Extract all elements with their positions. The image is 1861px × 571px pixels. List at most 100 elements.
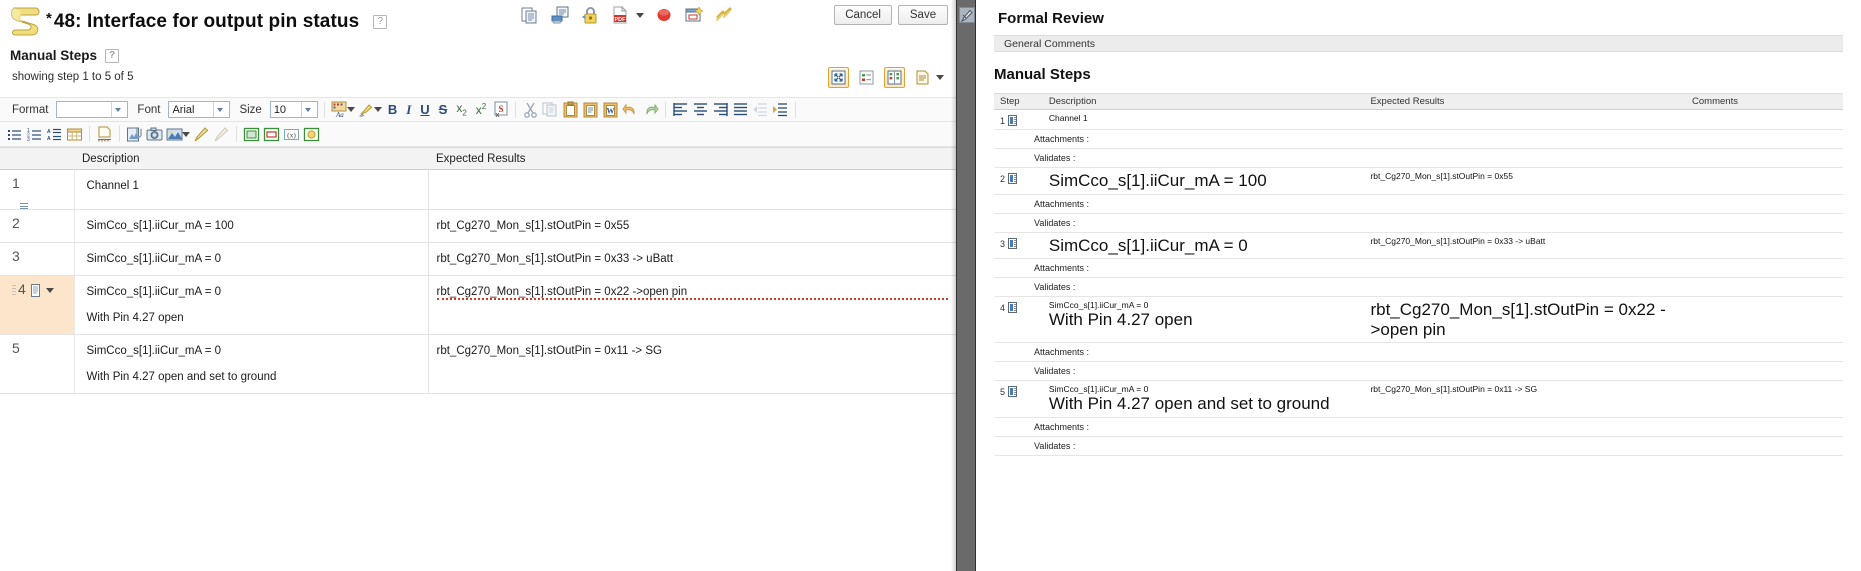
link-icon[interactable] [714, 5, 734, 25]
help-icon[interactable]: ? [105, 48, 120, 63]
lock-icon[interactable] [580, 5, 600, 25]
insert-image-icon[interactable] [166, 126, 183, 143]
italic-icon[interactable]: I [403, 102, 414, 118]
text-color-caret[interactable] [346, 107, 355, 112]
table-row[interactable]: 4 SimCco_s[1].iiCur_mA = 0 With Pin 4.27 o… [0, 275, 956, 335]
align-right-icon[interactable] [712, 101, 729, 118]
highlight-color-icon[interactable] [358, 101, 375, 118]
draw-icon[interactable] [193, 126, 210, 143]
step-description-cell[interactable]: SimCco_s[1].iiCur_mA = 0 With Pin 4.27 op… [74, 334, 429, 394]
step-doc-icon[interactable] [1008, 115, 1018, 126]
step-number-cell[interactable]: 1 [0, 169, 75, 210]
print-view-caret[interactable] [936, 75, 944, 80]
pane-splitter[interactable] [951, 0, 976, 571]
grid-view-button[interactable] [884, 67, 905, 88]
help-icon[interactable]: ? [373, 15, 388, 29]
print-icon[interactable] [550, 5, 570, 25]
step-doc-icon[interactable] [1008, 173, 1018, 184]
step-menu-icon[interactable] [28, 281, 42, 300]
strikethrough-icon[interactable]: S [436, 102, 451, 117]
copy-icon[interactable] [520, 5, 540, 25]
insert-variable-icon[interactable]: (x) [283, 126, 300, 143]
pdf-export-icon[interactable]: PDF [610, 5, 630, 25]
remove-format-icon[interactable]: S x [492, 101, 509, 119]
pen-edit-icon[interactable] [959, 7, 975, 23]
underline-icon[interactable]: U [417, 102, 432, 117]
save-button[interactable]: Save [898, 5, 948, 25]
toolbar-divider [665, 101, 667, 118]
review-step-row: 2 SimCco_s[1].iiCur_mA = 100 rbt_Cg270_Mon… [994, 167, 1843, 195]
attach-file-icon[interactable] [126, 126, 143, 143]
paste-text-icon[interactable] [582, 101, 599, 118]
table-row[interactable]: 5 SimCco_s[1].iiCur_mA = 0 With Pin 4.27 o… [0, 334, 956, 394]
description-line: SimCco_s[1].iiCur_mA = 0 [86, 253, 222, 265]
subscript-icon[interactable]: x2 [453, 101, 469, 117]
table-row[interactable]: 3 SimCco_s[1].iiCur_mA = 0 rbt_Cg270_Mon_s… [0, 242, 956, 276]
step-number-cell[interactable]: 4 [0, 275, 75, 335]
bold-icon[interactable]: B [385, 102, 400, 117]
insert-image-caret[interactable] [182, 131, 190, 137]
align-center-icon[interactable] [692, 101, 709, 118]
table-row[interactable]: 1 Channel 1 [0, 169, 956, 210]
drag-handle-icon[interactable] [12, 284, 16, 296]
paste-icon[interactable] [562, 101, 579, 118]
copy-icon[interactable] [542, 101, 559, 118]
review-expected-text: rbt_Cg270_Mon_s[1].stOutPin = 0x55 [1370, 171, 1513, 181]
undo-icon[interactable] [622, 101, 639, 118]
align-justify-icon[interactable] [732, 101, 749, 118]
paste-word-icon[interactable]: W [602, 101, 619, 118]
print-view-button[interactable] [912, 67, 933, 88]
bullet-list-icon[interactable] [6, 126, 23, 143]
insert-parameter-icon[interactable] [243, 126, 260, 143]
screenshot-icon[interactable] [146, 126, 163, 143]
step-description-cell[interactable]: SimCco_s[1].iiCur_mA = 100 [74, 209, 429, 243]
font-select[interactable]: Arial [168, 101, 231, 118]
redo-icon[interactable] [642, 101, 659, 118]
format-select[interactable] [56, 101, 129, 118]
step-doc-icon[interactable] [1008, 302, 1018, 314]
size-select[interactable]: 10 [269, 101, 318, 118]
insert-object-icon[interactable] [303, 126, 320, 143]
erase-icon[interactable] [213, 126, 230, 143]
indent-icon[interactable] [772, 101, 789, 118]
step-description-cell[interactable]: Channel 1 [74, 169, 429, 210]
step-number-cell[interactable]: 5 [0, 334, 75, 394]
insert-table-icon[interactable] [66, 126, 83, 143]
align-left-icon[interactable] [672, 101, 689, 118]
step-number-cell[interactable]: 3 [0, 242, 75, 276]
insert-field-icon[interactable] [263, 126, 280, 143]
step-reorder-icon[interactable] [20, 203, 28, 209]
blockquote-icon[interactable]: AA [46, 126, 63, 143]
step-description-cell[interactable]: SimCco_s[1].iiCur_mA = 0 [74, 242, 429, 276]
page-break-icon[interactable] [96, 126, 113, 143]
numbered-list-icon[interactable]: 123 [26, 126, 43, 143]
validates-label: Validates : [994, 213, 1843, 233]
step-description-cell[interactable]: SimCco_s[1].iiCur_mA = 0 With Pin 4.27 op… [74, 275, 429, 335]
step-expected-cell[interactable]: rbt_Cg270_Mon_s[1].stOutPin = 0x55 [428, 209, 956, 243]
step-doc-icon[interactable] [1008, 237, 1018, 249]
list-view-button[interactable] [856, 67, 877, 88]
cancel-button[interactable]: Cancel [834, 5, 892, 25]
new-window-icon[interactable] [684, 5, 704, 25]
step-doc-icon[interactable] [1008, 386, 1018, 398]
superscript-icon[interactable]: x2 [473, 102, 489, 117]
step-number-cell[interactable]: 2 [0, 209, 75, 243]
step-expected-cell[interactable]: rbt_Cg270_Mon_s[1].stOutPin = 0x11 -> SG [428, 334, 956, 394]
step-expected-cell[interactable]: rbt_Cg270_Mon_s[1].stOutPin = 0x33 -> uB… [428, 242, 956, 276]
outdent-icon[interactable] [752, 101, 769, 118]
pdf-dropdown-caret[interactable] [636, 12, 644, 18]
manual-steps-grid[interactable]: Description Expected Results 1 Channel 1 2… [0, 147, 956, 463]
step-expected-cell[interactable] [428, 169, 956, 210]
general-comments-bar[interactable]: General Comments [994, 35, 1843, 52]
step-expected-cell[interactable]: rbt_Cg270_Mon_s[1].stOutPin = 0x22 ->ope… [428, 275, 956, 335]
cut-icon[interactable] [522, 101, 539, 118]
highlight-color-caret[interactable] [373, 107, 382, 112]
col-header-expected[interactable]: Expected Results [428, 147, 956, 170]
col-header-number[interactable] [0, 147, 74, 170]
col-header-description[interactable]: Description [74, 147, 428, 170]
text-color-icon[interactable]: Aa [331, 101, 348, 119]
table-row[interactable]: 2 SimCco_s[1].iiCur_mA = 100 rbt_Cg270_Mon… [0, 209, 956, 243]
step-menu-caret[interactable] [45, 288, 54, 293]
expand-view-button[interactable] [828, 67, 849, 88]
record-icon[interactable] [654, 5, 674, 25]
